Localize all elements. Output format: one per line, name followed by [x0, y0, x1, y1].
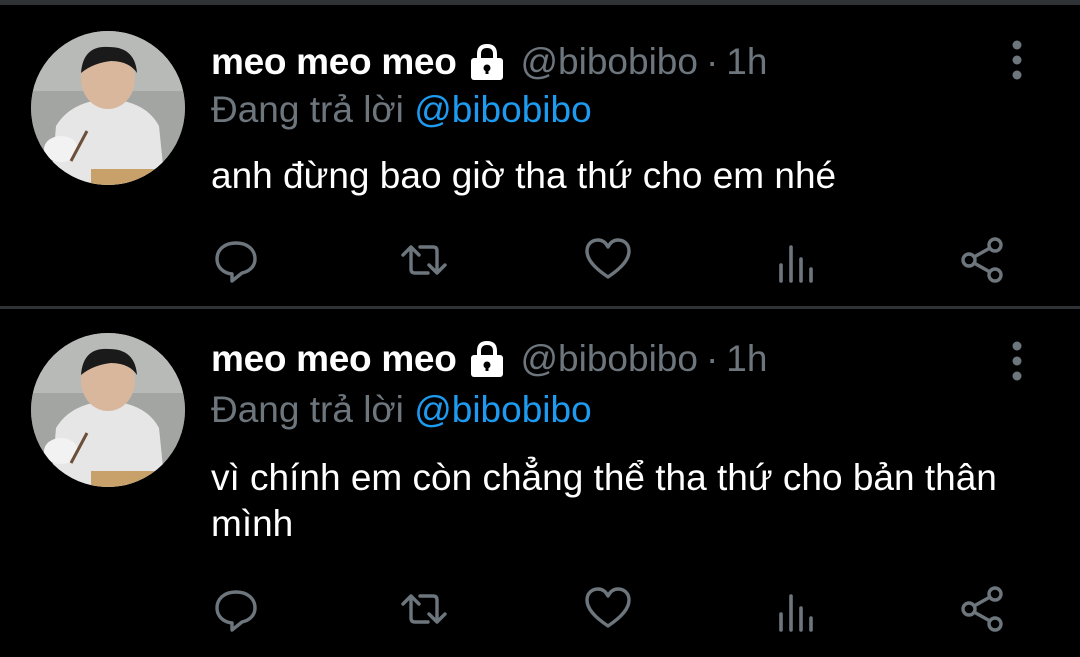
user-handle[interactable]: @bibobibo	[521, 41, 698, 83]
reply-to-handle[interactable]: @bibobibo	[414, 389, 591, 430]
user-handle[interactable]: @bibobibo	[521, 338, 698, 380]
reply-prefix: Đang trả lời	[211, 389, 404, 430]
stats-icon[interactable]	[771, 584, 821, 634]
reply-icon[interactable]	[211, 584, 261, 634]
action-bar	[205, 235, 1025, 285]
lock-icon	[467, 339, 507, 379]
lock-icon	[467, 42, 507, 82]
avatar[interactable]	[31, 333, 185, 487]
reply-context: Đang trả lời @bibobibo	[211, 389, 592, 431]
share-icon[interactable]	[957, 235, 1007, 285]
tweet-text: anh đừng bao giờ tha thứ cho em nhé	[211, 155, 837, 196]
display-name[interactable]: meo meo meo	[211, 41, 457, 83]
reply-prefix: Đang trả lời	[211, 89, 404, 130]
avatar[interactable]	[31, 31, 185, 185]
tweet-header: meo meo meo @bibobibo · 1h	[211, 335, 767, 383]
more-vertical-icon[interactable]	[1003, 38, 1031, 82]
reply-context: Đang trả lời @bibobibo	[211, 89, 592, 131]
tweet[interactable]: meo meo meo @bibobibo · 1h Đang trả lời …	[0, 309, 1080, 657]
tweet-text: vì chính em còn chẳng thể tha thứ cho bả…	[211, 457, 997, 544]
timestamp[interactable]: 1h	[726, 41, 767, 83]
retweet-icon[interactable]	[399, 235, 449, 285]
like-icon[interactable]	[583, 584, 633, 634]
tweet[interactable]: meo meo meo @bibobibo · 1h Đang trả lời …	[0, 5, 1080, 306]
separator-dot: ·	[705, 338, 719, 379]
share-icon[interactable]	[957, 584, 1007, 634]
reply-icon[interactable]	[211, 235, 261, 285]
stats-icon[interactable]	[771, 235, 821, 285]
display-name[interactable]: meo meo meo	[211, 338, 457, 380]
action-bar	[205, 584, 1025, 634]
separator-dot: ·	[705, 41, 719, 82]
more-vertical-icon[interactable]	[1003, 339, 1031, 383]
retweet-icon[interactable]	[399, 584, 449, 634]
like-icon[interactable]	[583, 235, 633, 285]
tweet-header: meo meo meo @bibobibo · 1h	[211, 38, 767, 86]
reply-to-handle[interactable]: @bibobibo	[414, 89, 591, 130]
timestamp[interactable]: 1h	[726, 338, 767, 380]
